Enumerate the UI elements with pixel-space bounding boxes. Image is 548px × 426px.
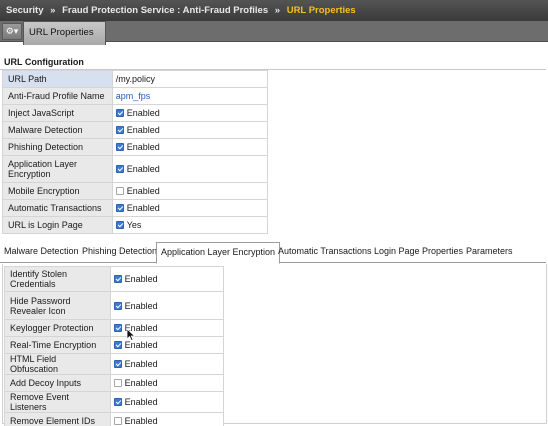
table-row: Real-Time Encryption Enabled (4, 336, 225, 354)
remove-event-listeners-checkbox[interactable] (113, 398, 122, 406)
table-row: Hide Password Revealer Icon Enabled (4, 291, 225, 320)
automatic-transactions-checkbox[interactable] (115, 204, 124, 212)
gear-icon: ⚙ (5, 26, 14, 36)
checkbox-label: Enabled (124, 359, 158, 369)
identify-stolen-credentials-checkbox[interactable] (113, 275, 122, 283)
row-label: Malware Detection (2, 121, 113, 139)
table-row: Mobile Encryption Enabled (2, 182, 269, 200)
checkbox-label: Enabled (124, 300, 158, 311)
tab-phishing-detection[interactable]: Phishing Detection (82, 246, 157, 256)
breadcrumb-url-properties: URL Properties (286, 5, 356, 16)
checkbox-label: Enabled (126, 142, 160, 152)
breadcrumb: Security » Fraud Protection Service : An… (0, 0, 548, 21)
row-label: HTML Field Obfuscation (4, 353, 111, 375)
ale-options-table: Identify Stolen Credentials Enabled Hide… (4, 266, 225, 426)
table-row: Malware Detection Enabled (2, 121, 269, 139)
breadcrumb-anti-fraud-profiles[interactable]: Fraud Protection Service : Anti-Fraud Pr… (62, 5, 268, 16)
row-label: Automatic Transactions (2, 199, 113, 217)
add-decoy-inputs-checkbox[interactable] (113, 379, 122, 387)
main-content: URL Configuration URL Path /my.policy An… (0, 44, 548, 426)
checkbox-label: Enabled (124, 274, 158, 284)
url-path-value: /my.policy (111, 70, 269, 88)
tab-parameters[interactable]: Parameters (466, 246, 513, 256)
table-row: Remove Event Listeners Enabled (4, 391, 225, 413)
application-layer-encryption-checkbox[interactable] (115, 165, 124, 173)
chevron-down-icon: ▾ (13, 26, 19, 36)
remove-element-ids-checkbox[interactable] (113, 417, 122, 425)
hide-password-revealer-icon-checkbox[interactable] (113, 301, 122, 310)
mouse-cursor-icon (126, 328, 136, 342)
row-label: Hide Password Revealer Icon (4, 291, 111, 320)
row-label: Phishing Detection (2, 138, 113, 156)
table-row: URL is Login Page Yes (2, 216, 269, 234)
inject-javascript-checkbox[interactable] (115, 109, 124, 117)
gear-menu-button[interactable]: ⚙▾ (2, 23, 22, 40)
table-row: Application Layer Encryption Enabled (2, 155, 269, 183)
url-is-login-page-checkbox[interactable] (115, 221, 124, 229)
row-label: Real-Time Encryption (4, 336, 111, 354)
table-row: HTML Field Obfuscation Enabled (4, 353, 225, 375)
malware-detection-checkbox[interactable] (115, 126, 124, 134)
row-label: Remove Element IDs (4, 412, 111, 426)
phishing-detection-checkbox[interactable] (115, 143, 124, 151)
table-row: Automatic Transactions Enabled (2, 199, 269, 217)
row-label: Identify Stolen Credentials (4, 266, 111, 292)
url-configuration-table: URL Path /my.policy Anti-Fraud Profile N… (2, 70, 269, 234)
tab-automatic-transactions[interactable]: Automatic Transactions (278, 246, 372, 256)
checkbox-label: Enabled (126, 186, 160, 196)
row-label: Remove Event Listeners (4, 391, 111, 413)
checkbox-label: Enabled (126, 203, 160, 213)
checkbox-label: Enabled (126, 125, 160, 135)
table-row: Identify Stolen Credentials Enabled (4, 266, 225, 292)
row-label: Add Decoy Inputs (4, 374, 111, 392)
tab-application-layer-encryption[interactable]: Application Layer Encryption (156, 242, 281, 264)
table-row: Remove Element IDs Enabled (4, 412, 225, 426)
section-title: URL Configuration (4, 57, 84, 67)
row-label: Inject JavaScript (2, 104, 113, 122)
checkbox-label: Yes (126, 220, 142, 230)
table-row: Keylogger Protection Enabled (4, 319, 225, 337)
subtab-bar: Malware Detection Phishing Detection App… (0, 242, 546, 264)
table-row: Add Decoy Inputs Enabled (4, 374, 225, 392)
html-field-obfuscation-checkbox[interactable] (113, 360, 122, 368)
breadcrumb-security[interactable]: Security (6, 5, 44, 16)
breadcrumb-separator: » (50, 5, 56, 16)
row-label: URL is Login Page (2, 216, 113, 234)
row-label: Keylogger Protection (4, 319, 111, 337)
checkbox-label: Enabled (126, 164, 160, 174)
table-row: Anti-Fraud Profile Name apm_fps (2, 87, 269, 105)
toolbar: ⚙▾ URL Properties (0, 21, 548, 45)
table-row: Phishing Detection Enabled (2, 138, 269, 156)
checkbox-label: Enabled (124, 378, 158, 388)
checkbox-label: Enabled (124, 416, 158, 426)
row-label: Mobile Encryption (2, 182, 113, 200)
row-label: Anti-Fraud Profile Name (2, 87, 113, 105)
mobile-encryption-checkbox[interactable] (115, 187, 124, 195)
keylogger-protection-checkbox[interactable] (113, 324, 122, 332)
tab-malware-detection[interactable]: Malware Detection (4, 246, 79, 256)
breadcrumb-separator: » (274, 5, 281, 16)
tab-login-page-properties[interactable]: Login Page Properties (374, 246, 463, 256)
row-label: URL Path (2, 70, 113, 88)
real-time-encryption-checkbox[interactable] (113, 341, 122, 349)
row-label: Application Layer Encryption (2, 155, 113, 183)
checkbox-label: Enabled (126, 108, 160, 118)
checkbox-label: Enabled (124, 397, 158, 407)
tab-url-properties[interactable]: URL Properties (23, 21, 106, 45)
table-row: URL Path /my.policy (2, 70, 269, 88)
table-row: Inject JavaScript Enabled (2, 104, 269, 122)
profile-name-link[interactable]: apm_fps (116, 91, 151, 101)
